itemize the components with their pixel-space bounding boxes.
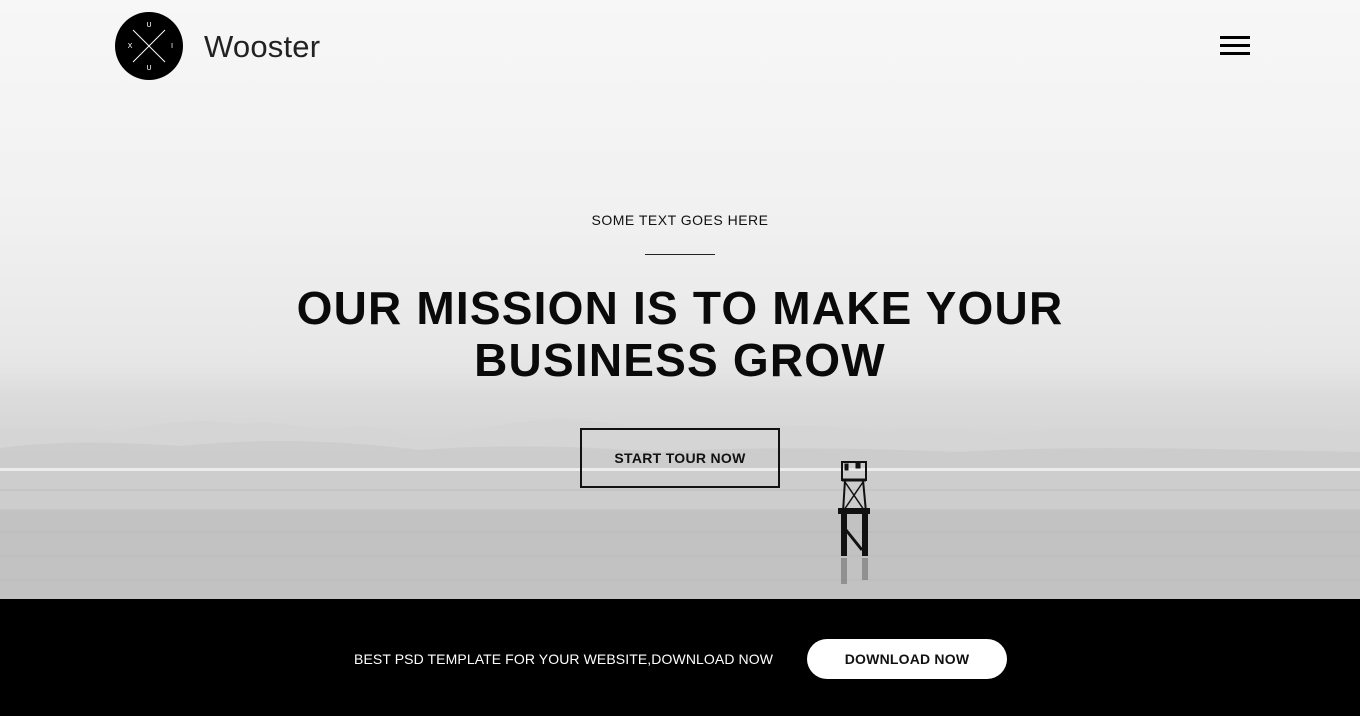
hero-headline: OUR MISSION IS TO MAKE YOUR BUSINESS GRO… <box>296 282 1064 386</box>
menu-line <box>1220 52 1250 55</box>
logo-letter-left: X <box>128 42 133 50</box>
promo-text: BEST PSD TEMPLATE FOR YOUR WEBSITE,DOWNL… <box>354 651 774 667</box>
menu-line <box>1220 36 1250 39</box>
logo-letter-bottom: U <box>146 64 151 72</box>
start-tour-button[interactable]: START TOUR NOW <box>580 428 780 488</box>
logo[interactable]: U I U X <box>115 12 183 80</box>
brand-name[interactable]: Wooster <box>204 27 320 67</box>
hero-divider <box>645 254 715 255</box>
logo-letter-top: U <box>146 21 151 29</box>
hero-eyebrow: SOME TEXT GOES HERE <box>591 212 769 228</box>
logo-cross-icon: U I U X <box>128 21 173 72</box>
download-button[interactable]: DOWNLOAD NOW <box>807 639 1007 679</box>
logo-letter-right: I <box>171 42 173 50</box>
menu-line <box>1220 44 1250 47</box>
hamburger-menu-icon[interactable] <box>1215 32 1255 60</box>
